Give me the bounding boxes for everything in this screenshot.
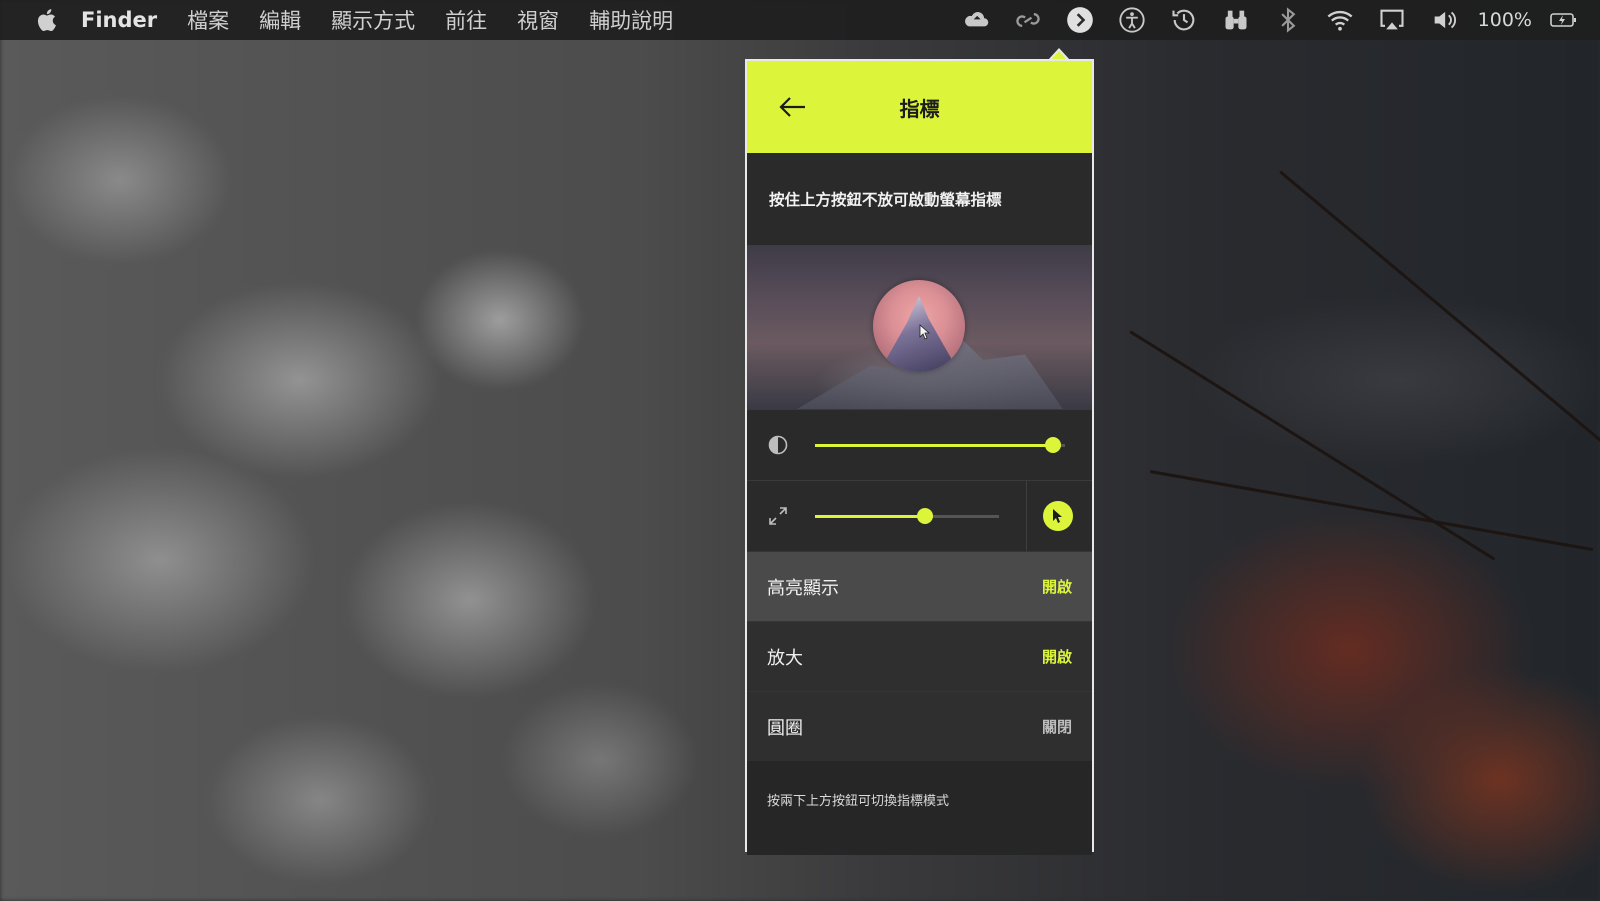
size-slider-row: [747, 480, 1092, 551]
volume-icon[interactable]: [1428, 4, 1460, 36]
panel-header: 指標: [747, 61, 1092, 153]
panel-title: 指標: [899, 96, 940, 121]
activation-instruction: 按住上方按鈕不放可啟動螢幕指標: [747, 153, 1092, 245]
slider-divider: [1026, 481, 1027, 551]
back-arrow-icon[interactable]: [775, 89, 811, 125]
expand-icon: [769, 507, 787, 525]
airplay-icon[interactable]: [1376, 4, 1408, 36]
presentation-pointer-icon[interactable]: [1064, 4, 1096, 36]
menu-file[interactable]: 檔案: [187, 5, 229, 35]
menu-go[interactable]: 前往: [445, 5, 487, 35]
contrast-icon: [768, 435, 788, 455]
creative-cloud-icon[interactable]: [1012, 4, 1044, 36]
magnifier-lens: [873, 280, 965, 372]
option-circle-value[interactable]: 關閉: [1042, 716, 1072, 737]
menu-window[interactable]: 視窗: [517, 5, 559, 35]
mode-switch-hint: 按兩下上方按鈕可切換指標模式: [747, 761, 1092, 855]
size-slider-fill: [815, 515, 926, 518]
accessibility-icon[interactable]: [1116, 4, 1148, 36]
wifi-icon[interactable]: [1324, 4, 1356, 36]
menu-view[interactable]: 顯示方式: [331, 5, 415, 35]
option-highlight-label: 高亮顯示: [767, 577, 839, 599]
battery-percentage[interactable]: 100%: [1478, 9, 1532, 31]
opacity-slider-row: [747, 409, 1092, 480]
menu-edit[interactable]: 編輯: [259, 5, 301, 35]
time-machine-icon[interactable]: [1168, 4, 1200, 36]
pointer-preview: [747, 245, 1092, 409]
pointer-settings-popover: 指標 按住上方按鈕不放可啟動螢幕指標 高亮顯示 開啟 放大 開啟 圓圈 關閉 按…: [745, 59, 1094, 855]
size-slider-thumb[interactable]: [917, 508, 934, 524]
bluetooth-icon[interactable]: [1272, 4, 1304, 36]
opacity-slider-fill: [815, 444, 1053, 447]
binoculars-icon[interactable]: [1220, 4, 1252, 36]
battery-charging-icon[interactable]: [1548, 4, 1580, 36]
cloud-upload-icon[interactable]: [960, 4, 992, 36]
option-magnify-label: 放大: [767, 647, 803, 669]
option-magnify-value[interactable]: 開啟: [1042, 646, 1072, 667]
opacity-slider-thumb[interactable]: [1045, 437, 1061, 453]
menu-help[interactable]: 輔助說明: [589, 5, 673, 35]
menu-app-name[interactable]: Finder: [81, 8, 157, 32]
apple-logo-icon[interactable]: [35, 7, 61, 33]
pointer-mode-button[interactable]: [1043, 501, 1073, 531]
option-highlight-value[interactable]: 開啟: [1042, 576, 1072, 597]
option-circle-label: 圓圈: [767, 717, 803, 739]
menu-bar: Finder 檔案 編輯 顯示方式 前往 視窗 輔助說明 100%: [0, 0, 1600, 40]
option-highlight[interactable]: 高亮顯示 開啟: [747, 551, 1092, 621]
cursor-icon: [919, 324, 931, 340]
option-circle[interactable]: 圓圈 關閉: [747, 691, 1092, 761]
pointer-cursor-icon: [1053, 509, 1062, 523]
option-magnify[interactable]: 放大 開啟: [747, 621, 1092, 691]
